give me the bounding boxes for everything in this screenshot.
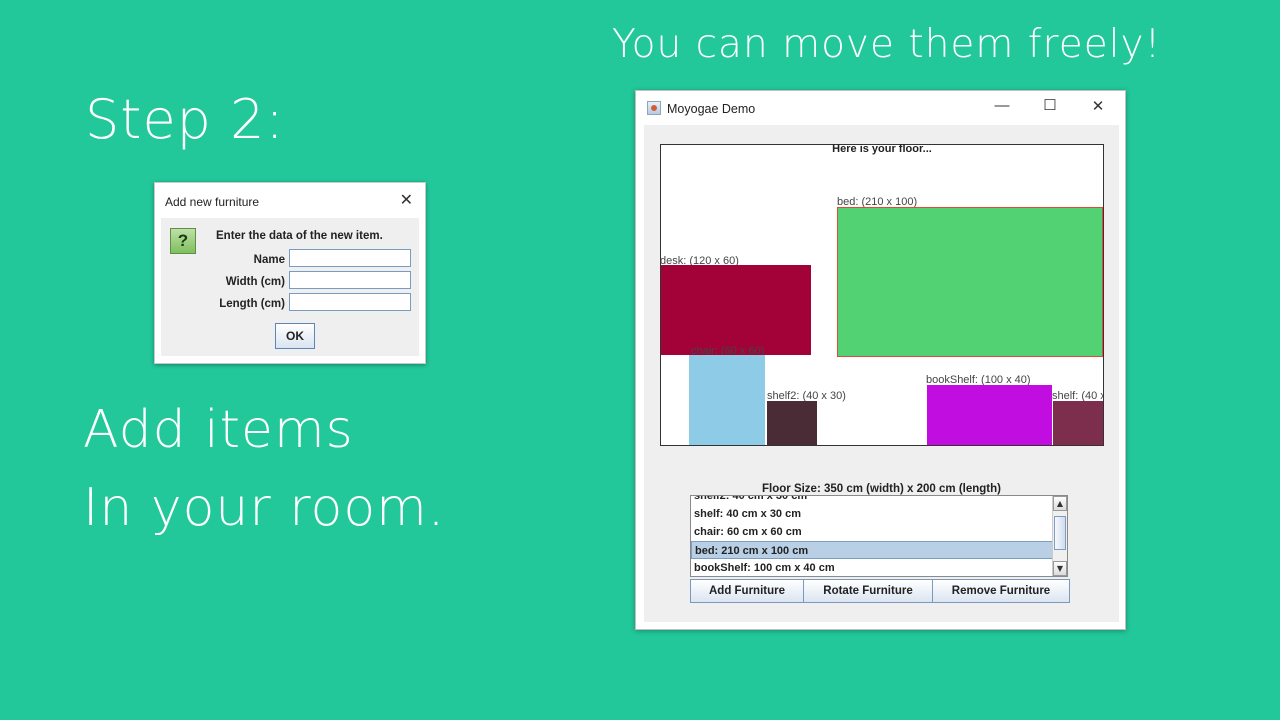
add-items-line-1: Add items bbox=[83, 400, 354, 460]
scroll-down-icon[interactable]: ▼ bbox=[1053, 561, 1067, 576]
list-scrollbar[interactable]: ▲ ▼ bbox=[1052, 496, 1067, 576]
list-item[interactable]: chair: 60 cm x 60 cm bbox=[691, 523, 1053, 541]
window-title: Moyogae Demo bbox=[667, 102, 756, 116]
scroll-thumb[interactable] bbox=[1054, 516, 1066, 550]
step-title: Step 2: bbox=[85, 88, 285, 151]
ok-button[interactable]: OK bbox=[275, 323, 315, 349]
window-content: Here is your floor... bed: (210 x 100) d… bbox=[644, 125, 1119, 622]
width-label: Width (cm) bbox=[225, 276, 285, 288]
minimize-icon[interactable]: — bbox=[988, 97, 1016, 114]
maximize-icon[interactable]: ☐ bbox=[1036, 96, 1064, 114]
add-furniture-button[interactable]: Add Furniture bbox=[690, 579, 804, 603]
furniture-list[interactable]: shelf2: 40 cm x 30 cm shelf: 40 cm x 30 … bbox=[690, 495, 1068, 577]
list-item[interactable]: shelf2: 40 cm x 30 cm bbox=[691, 496, 1053, 505]
add-items-line-2: In your room. bbox=[83, 478, 446, 538]
java-app-icon bbox=[647, 101, 661, 115]
close-window-icon[interactable]: ✕ bbox=[1084, 97, 1112, 115]
add-furniture-dialog: Add new furniture ✕ ? Enter the data of … bbox=[154, 182, 426, 364]
remove-furniture-button[interactable]: Remove Furniture bbox=[932, 579, 1070, 603]
list-item[interactable]: shelf: 40 cm x 30 cm bbox=[691, 505, 1053, 523]
moyogae-window: Moyogae Demo — ☐ ✕ Here is your floor...… bbox=[635, 90, 1126, 630]
furniture-bed[interactable] bbox=[837, 207, 1103, 357]
name-label: Name bbox=[253, 254, 285, 266]
rotate-furniture-button[interactable]: Rotate Furniture bbox=[803, 579, 933, 603]
name-field[interactable] bbox=[289, 249, 411, 267]
dialog-title: Add new furniture bbox=[165, 195, 260, 209]
move-caption: You can move them freely! bbox=[612, 22, 1162, 67]
scroll-up-icon[interactable]: ▲ bbox=[1053, 496, 1067, 511]
floor-size-label: Floor Size: 350 cm (width) x 200 cm (len… bbox=[762, 483, 1001, 495]
list-item-selected[interactable]: bed: 210 cm x 100 cm bbox=[691, 541, 1053, 559]
floor-caption: Here is your floor... bbox=[832, 143, 932, 155]
dialog-body: ? Enter the data of the new item. Name W… bbox=[161, 218, 419, 356]
close-icon[interactable]: ✕ bbox=[400, 190, 413, 210]
furniture-chair[interactable] bbox=[689, 355, 765, 445]
furniture-shelf2[interactable] bbox=[767, 401, 817, 445]
dialog-message: Enter the data of the new item. bbox=[216, 230, 383, 242]
length-field[interactable] bbox=[289, 293, 411, 311]
question-icon: ? bbox=[170, 228, 196, 254]
furniture-desk[interactable] bbox=[661, 265, 811, 355]
length-label: Length (cm) bbox=[219, 298, 285, 310]
floor-canvas: Here is your floor... bed: (210 x 100) d… bbox=[660, 143, 1104, 446]
shelf-label: shelf: (40 x 30) bbox=[1052, 390, 1103, 402]
furniture-bookshelf[interactable] bbox=[927, 385, 1052, 445]
list-item[interactable]: bookShelf: 100 cm x 40 cm bbox=[691, 559, 1053, 576]
furniture-shelf[interactable] bbox=[1053, 401, 1103, 445]
width-field[interactable] bbox=[289, 271, 411, 289]
